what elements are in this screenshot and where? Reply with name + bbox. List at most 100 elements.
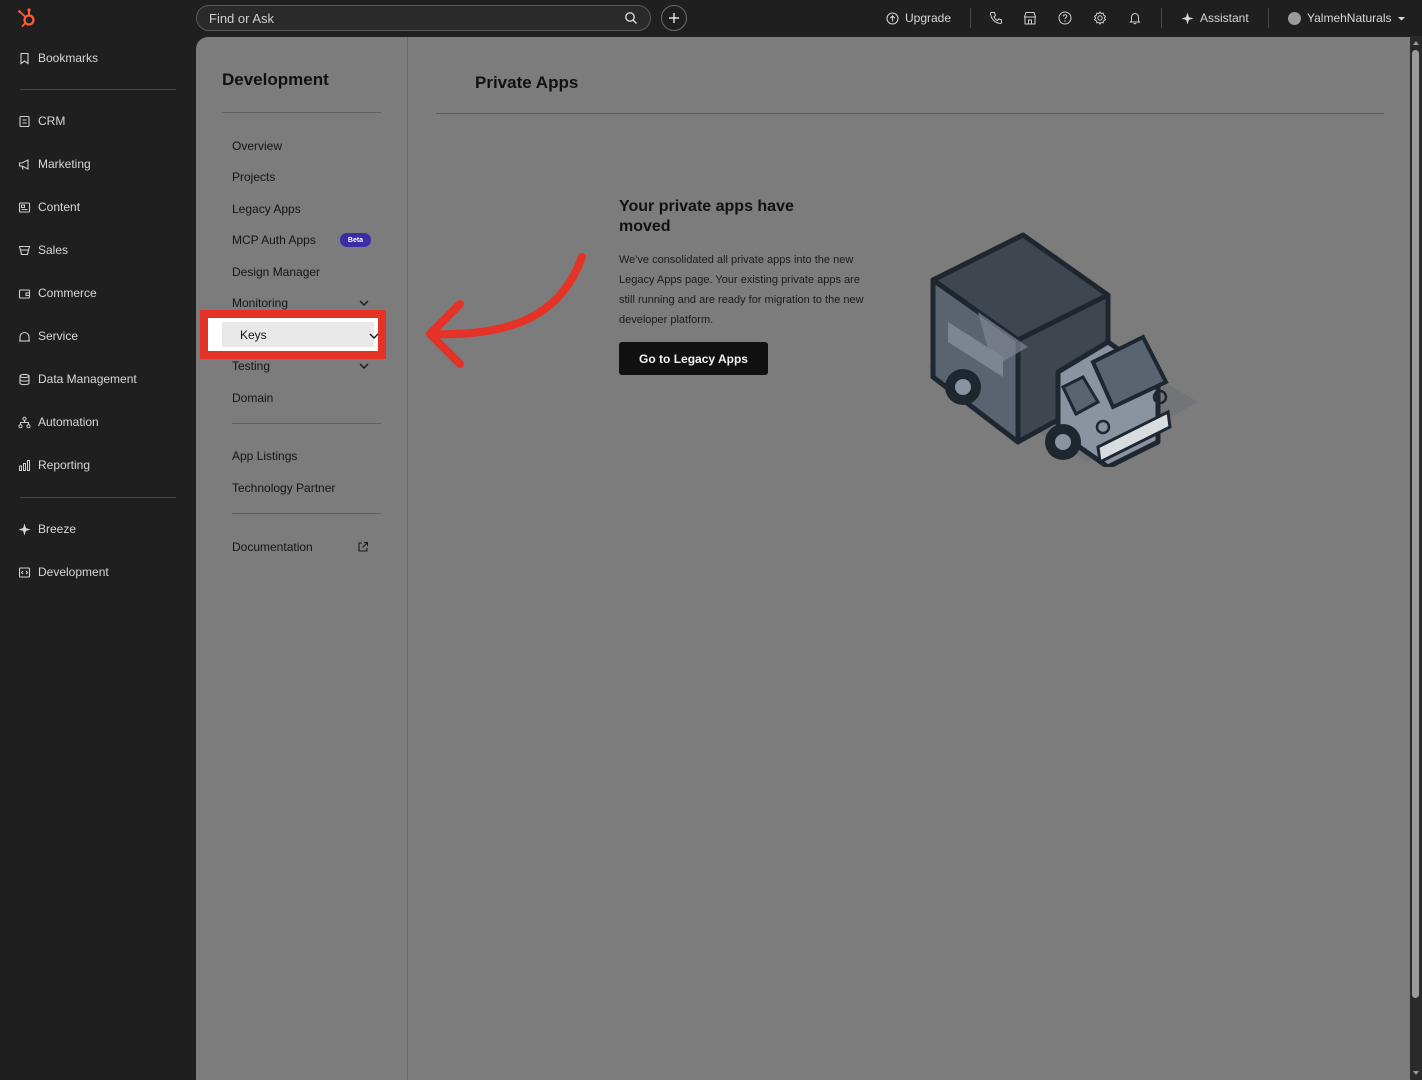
avatar — [1288, 11, 1301, 25]
nav-crm-label: CRM — [38, 114, 66, 128]
subnav-title: Development — [222, 70, 329, 89]
hubspot-logo-icon[interactable] — [16, 7, 38, 29]
search-icon[interactable] — [624, 11, 638, 25]
subnav-item-technology-partner[interactable]: Technology Partner — [232, 480, 335, 496]
content-icon — [18, 201, 31, 213]
chevron-down-icon[interactable] — [368, 330, 380, 342]
subnav-item-keys-label: Keys — [240, 328, 267, 342]
keys-highlight-box: Keys — [200, 310, 386, 359]
nav-content[interactable]: Content — [18, 198, 80, 216]
subnav-item-domain[interactable]: Domain — [232, 390, 273, 406]
page-scrollbar[interactable] — [1410, 36, 1422, 1080]
nav-data-management[interactable]: Data Management — [18, 370, 137, 388]
create-button[interactable] — [661, 5, 687, 31]
subnav-item-app-listings[interactable]: App Listings — [232, 448, 297, 464]
title-divider — [436, 113, 1384, 114]
beta-badge: Beta — [340, 233, 371, 247]
development-subnav: Development Overview Projects Legacy App… — [196, 37, 408, 1080]
subnav-item-mcp-auth-apps[interactable]: MCP Auth Apps — [232, 232, 316, 248]
moving-truck-illustration — [928, 232, 1198, 467]
topbar-divider — [1268, 8, 1269, 28]
red-arrow-annotation — [426, 253, 586, 368]
subnav-item-design-manager[interactable]: Design Manager — [232, 264, 320, 280]
top-bar: Upgrade Assistant YalmehNaturals — [0, 0, 1422, 36]
upgrade-button[interactable]: Upgrade — [886, 0, 951, 36]
nav-automation[interactable]: Automation — [18, 413, 99, 431]
nav-marketing-label: Marketing — [38, 157, 91, 171]
chevron-down-icon[interactable] — [358, 297, 370, 309]
nav-development-label: Development — [38, 565, 109, 579]
subnav-divider — [222, 112, 381, 113]
chart-icon — [19, 459, 30, 471]
caret-down-icon — [1398, 16, 1406, 20]
marketplace-icon[interactable] — [1023, 11, 1037, 25]
plus-icon — [669, 13, 679, 23]
nav-service-label: Service — [38, 329, 79, 343]
main-panel: Development Overview Projects Legacy App… — [196, 37, 1410, 1080]
subnav-divider — [232, 513, 381, 514]
go-to-legacy-apps-button[interactable]: Go to Legacy Apps — [619, 342, 768, 375]
crm-icon — [19, 115, 30, 127]
settings-gear-icon[interactable] — [1093, 11, 1107, 25]
assistant-button[interactable]: Assistant — [1181, 0, 1249, 36]
help-icon[interactable] — [1058, 11, 1072, 25]
message-title: Your private apps have moved — [619, 198, 794, 235]
nav-reporting[interactable]: Reporting — [18, 456, 90, 474]
nav-crm[interactable]: CRM — [18, 112, 65, 130]
service-icon — [19, 331, 30, 342]
nav-bookmarks-label: Bookmarks — [38, 51, 99, 65]
nav-data-management-label: Data Management — [38, 372, 137, 386]
nav-content-label: Content — [38, 200, 81, 214]
subnav-item-projects[interactable]: Projects — [232, 169, 275, 185]
nav-sales[interactable]: Sales — [18, 241, 68, 259]
message-body: We've consolidated all private apps into… — [619, 254, 864, 326]
subnav-item-keys[interactable]: Keys — [212, 322, 379, 347]
megaphone-icon — [18, 158, 29, 170]
nav-commerce[interactable]: Commerce — [18, 284, 97, 302]
subnav-item-documentation[interactable]: Documentation — [232, 539, 313, 555]
nav-breeze[interactable]: Breeze — [18, 520, 76, 538]
chevron-down-icon[interactable] — [358, 360, 370, 372]
automation-icon — [18, 416, 31, 428]
nav-breeze-label: Breeze — [38, 522, 77, 536]
sparkle-icon — [1181, 12, 1194, 24]
subnav-item-monitoring[interactable]: Monitoring — [232, 295, 288, 311]
external-link-icon[interactable] — [357, 541, 369, 553]
keys-indicator — [212, 322, 222, 347]
left-navigation: Bookmarks CRM Marketing Content Sales Co… — [0, 36, 195, 1080]
code-icon — [18, 566, 31, 578]
bookmark-icon — [20, 52, 29, 65]
page-title: Private Apps — [475, 73, 579, 92]
nav-commerce-label: Commerce — [38, 286, 97, 300]
nav-service[interactable]: Service — [18, 327, 78, 345]
database-icon — [19, 373, 30, 385]
sales-icon — [18, 245, 31, 255]
scroll-up-icon[interactable] — [1412, 39, 1420, 47]
upgrade-icon — [886, 11, 899, 25]
nav-bookmarks[interactable]: Bookmarks — [18, 49, 98, 67]
subnav-item-legacy-apps[interactable]: Legacy Apps — [232, 201, 301, 217]
account-name: YalmehNaturals — [1307, 11, 1392, 25]
wallet-icon — [18, 288, 31, 299]
nav-automation-label: Automation — [38, 415, 99, 429]
search-bar[interactable] — [196, 5, 651, 31]
account-menu[interactable]: YalmehNaturals — [1288, 0, 1406, 36]
subnav-item-overview[interactable]: Overview — [232, 138, 282, 154]
subnav-item-testing[interactable]: Testing — [232, 358, 270, 374]
topbar-divider — [1161, 8, 1162, 28]
nav-divider — [20, 89, 176, 90]
scroll-down-icon[interactable] — [1412, 1069, 1420, 1077]
upgrade-label: Upgrade — [905, 11, 952, 25]
topbar-divider — [970, 8, 971, 28]
notifications-bell-icon[interactable] — [1128, 11, 1142, 25]
nav-marketing[interactable]: Marketing — [18, 155, 91, 173]
assistant-label: Assistant — [1200, 11, 1249, 25]
scrollbar-thumb[interactable] — [1412, 50, 1419, 998]
nav-development[interactable]: Development — [18, 563, 109, 581]
search-input[interactable] — [209, 10, 624, 26]
phone-icon[interactable] — [989, 11, 1003, 25]
nav-sales-label: Sales — [38, 243, 69, 257]
nav-reporting-label: Reporting — [38, 458, 91, 472]
nav-divider — [20, 497, 176, 498]
sparkle-icon — [18, 523, 31, 535]
